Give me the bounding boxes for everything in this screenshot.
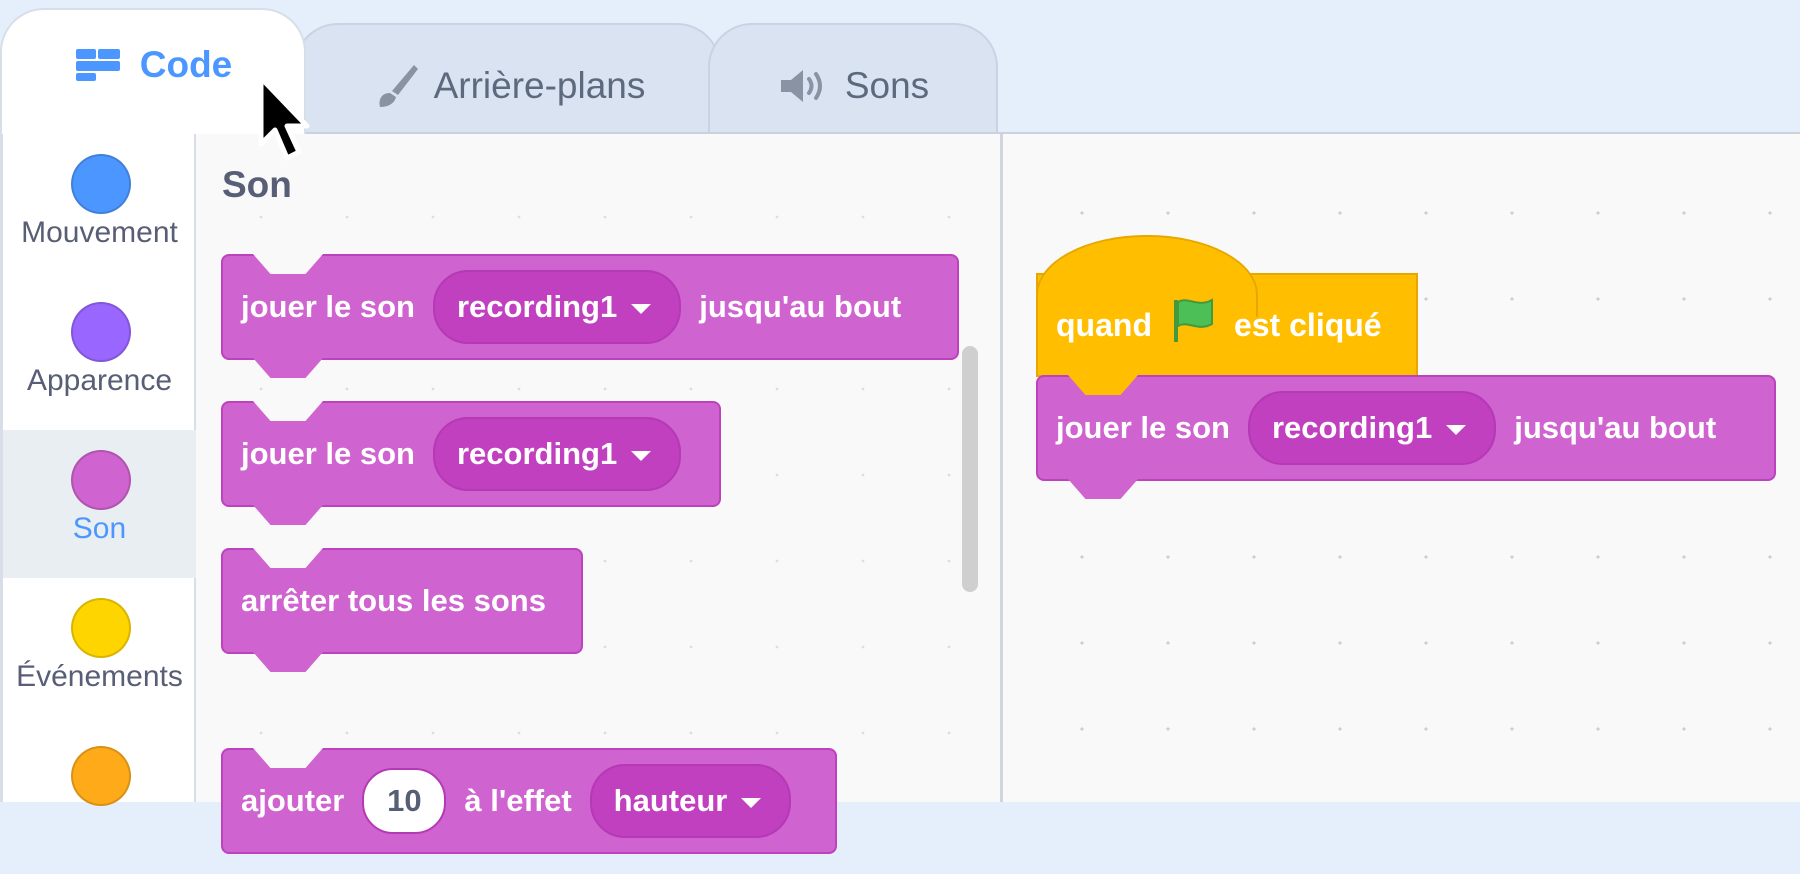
- when-flag-clicked-block[interactable]: quand est cliqué: [1036, 235, 1418, 377]
- block-stop-all-sounds[interactable]: arrêter tous les sons: [221, 548, 583, 672]
- tab-backdrops-label: Arrière-plans: [433, 64, 646, 106]
- looks-category-icon: [71, 302, 131, 362]
- category-label: Événements: [16, 660, 183, 693]
- chevron-down-icon: [1446, 424, 1467, 435]
- block-text: jusqu'au bout: [699, 289, 902, 324]
- category-control[interactable]: [3, 726, 196, 874]
- script-workspace[interactable]: quand est cliqué jouer le son recording1…: [1003, 134, 1800, 802]
- mouse-cursor-icon: [257, 74, 317, 171]
- block-text: arrêter tous les sons: [241, 583, 546, 618]
- dropdown-value: recording1: [456, 289, 618, 324]
- category-menu: Mouvement Apparence Son Événements: [0, 134, 196, 806]
- code-icon: [74, 47, 126, 83]
- block-change-effect[interactable]: ajouter 10 à l'effet hauteur: [221, 748, 837, 854]
- block-text: jouer le son: [241, 436, 415, 471]
- category-label: Apparence: [26, 364, 173, 397]
- category-sound[interactable]: Son: [3, 430, 196, 578]
- block-play-sound[interactable]: jouer le son recording1: [221, 401, 721, 525]
- block-text: à l'effet: [464, 783, 572, 818]
- category-label: Mouvement: [21, 216, 178, 249]
- sound-category-icon: [71, 450, 131, 510]
- control-category-icon: [71, 746, 131, 806]
- block-text: est cliqué: [1233, 306, 1382, 343]
- sound-dropdown[interactable]: recording1: [432, 270, 682, 344]
- tab-sounds[interactable]: Sons: [708, 23, 998, 134]
- category-looks[interactable]: Apparence: [3, 282, 196, 430]
- effect-value-input[interactable]: 10: [362, 768, 447, 834]
- block-palette: Son jouer le son recording1 jusqu'au bou…: [198, 134, 1003, 854]
- effect-dropdown[interactable]: hauteur: [589, 764, 792, 838]
- tab-backdrops[interactable]: Arrière-plans: [294, 23, 721, 134]
- block-text: jouer le son: [1056, 410, 1230, 445]
- palette-scrollbar[interactable]: [962, 346, 978, 592]
- tab-code-label: Code: [139, 44, 233, 85]
- dropdown-value: recording1: [456, 436, 618, 471]
- sound-dropdown[interactable]: recording1: [1247, 391, 1497, 465]
- category-label: Son: [72, 512, 127, 545]
- workspace-play-sound-until-done[interactable]: jouer le son recording1 jusqu'au bout: [1036, 375, 1776, 499]
- speaker-icon: [777, 66, 831, 106]
- dropdown-value: recording1: [1271, 410, 1433, 445]
- block-text: quand: [1056, 306, 1152, 343]
- editor-main: Mouvement Apparence Son Événements Son j…: [0, 132, 1800, 854]
- dropdown-value: hauteur: [613, 783, 728, 818]
- chevron-down-icon: [631, 450, 652, 461]
- block-play-sound-until-done[interactable]: jouer le son recording1 jusqu'au bout: [221, 254, 959, 378]
- motion-category-icon: [71, 154, 131, 214]
- tab-sounds-label: Sons: [844, 64, 930, 106]
- category-motion[interactable]: Mouvement: [3, 134, 196, 282]
- chevron-down-icon: [741, 797, 762, 808]
- chevron-down-icon: [631, 303, 652, 314]
- block-text: jouer le son: [241, 289, 415, 324]
- category-events[interactable]: Événements: [3, 578, 196, 726]
- block-text: jusqu'au bout: [1514, 410, 1717, 445]
- events-category-icon: [71, 598, 131, 658]
- brush-icon: [370, 61, 420, 111]
- block-text: ajouter: [241, 783, 345, 818]
- green-flag-icon: [1170, 296, 1216, 354]
- sound-dropdown[interactable]: recording1: [432, 417, 682, 491]
